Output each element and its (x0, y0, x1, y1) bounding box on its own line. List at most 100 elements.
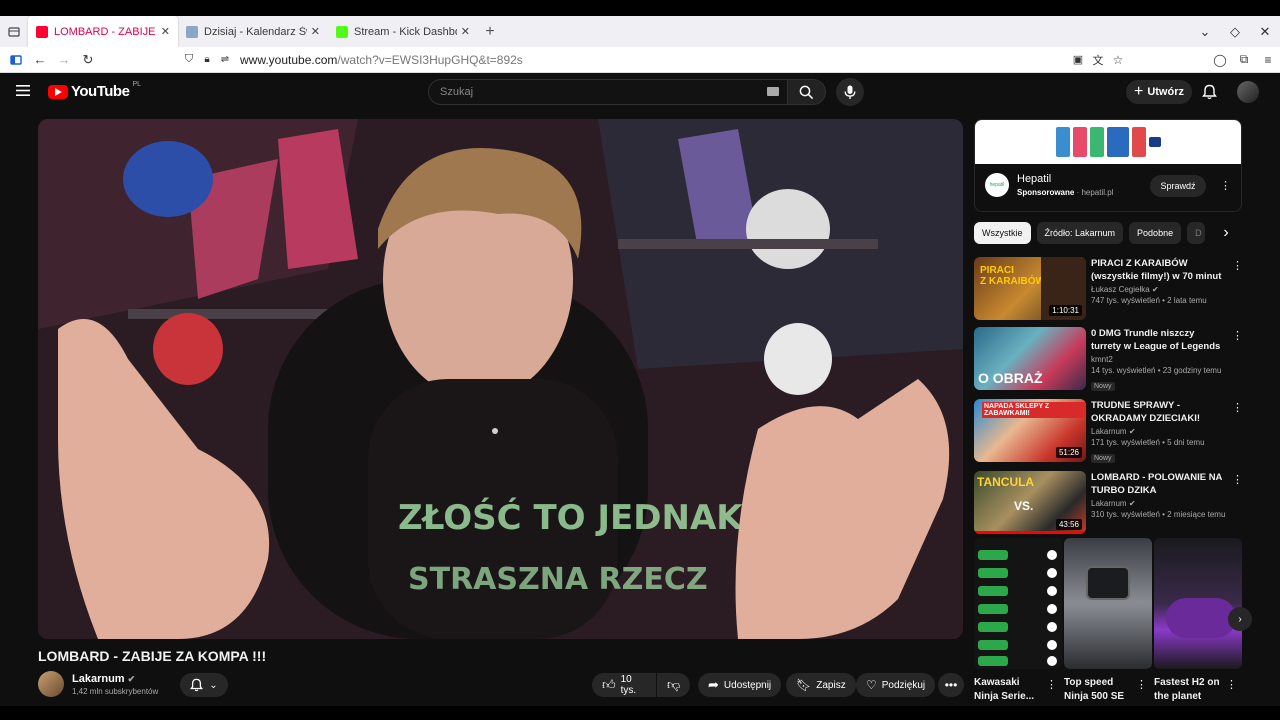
tab-overflow-chevron-icon[interactable]: ⌄ (1190, 20, 1220, 44)
diamond-icon[interactable]: ◇ (1220, 20, 1250, 44)
chip-source[interactable]: Źródło: Lakarnum (1036, 222, 1124, 244)
browser-tab-kick[interactable]: Stream - Kick Dashboard ✕ (328, 16, 478, 47)
channel-name-link[interactable]: Lakarnum ✔ (72, 673, 158, 685)
bookmark-star-icon[interactable]: ☆ (1108, 48, 1128, 72)
ad-product-image (1106, 127, 1129, 157)
short-menu-kebab-icon[interactable]: ⋮ (1046, 678, 1057, 691)
svg-text:ZŁOŚĆ TO JEDNAK: ZŁOŚĆ TO JEDNAK (398, 497, 744, 538)
short-thumbnail[interactable] (1154, 538, 1242, 669)
close-tab-icon[interactable]: ✕ (461, 25, 470, 38)
share-button[interactable]: ➦ Udostępnij (698, 673, 782, 697)
search-placeholder: Szukaj (440, 86, 474, 98)
browser-tab-calendar[interactable]: Dzisiaj - Kalendarz Świąt ✕ (178, 16, 328, 47)
browser-tab-youtube[interactable]: LOMBARD - ZABIJE ZA K ✕ (28, 16, 178, 47)
short-title[interactable]: Kawasaki Ninja Serie... (974, 676, 1046, 704)
short-thumbnail[interactable] (1064, 538, 1152, 669)
filter-chips: Wszystkie Źródło: Lakarnum Podobne D (974, 222, 1206, 244)
recommendation-menu-kebab-icon[interactable]: ⋮ (1232, 329, 1243, 342)
recommendation-meta: PIRACI Z KARAIBÓW (wszystkie filmy!) w 7… (1091, 257, 1226, 305)
forward-arrow-icon[interactable]: → (52, 48, 76, 72)
video-player[interactable]: ZŁOŚĆ TO JEDNAK STRASZNA RZECZ (38, 119, 963, 639)
chip-similar[interactable]: Podobne (1129, 222, 1182, 244)
short-title[interactable]: Fastest H2 on the planet (1154, 676, 1226, 704)
hamburger-menu-icon[interactable] (16, 84, 31, 97)
save-button[interactable]: 🔖︎ Zapisz (786, 673, 856, 697)
reader-view-icon[interactable]: ▣ (1068, 48, 1088, 72)
close-tab-icon[interactable]: ✕ (311, 25, 320, 38)
channel-avatar[interactable] (38, 671, 64, 697)
more-actions-button[interactable]: ••• (938, 673, 964, 697)
ad-product-image (1131, 127, 1146, 157)
short-title[interactable]: Top speed Ninja 500 SE (1064, 676, 1136, 704)
chip-all[interactable]: Wszystkie (974, 222, 1031, 244)
video-duration: 1:10:31 (1049, 305, 1082, 316)
extensions-icon[interactable]: ⧉ (1232, 48, 1256, 72)
url-domain: www.youtube.com (240, 52, 338, 67)
notifications-bell-icon[interactable] (1202, 84, 1217, 100)
dislike-button[interactable]: 👎︎ (657, 673, 690, 697)
shield-icon[interactable]: ⛉ (180, 48, 198, 72)
short-thumbnail[interactable] (974, 538, 1062, 669)
ad-banner-image[interactable] (975, 120, 1241, 164)
recommendation-item[interactable]: PIRACI Z KARAIBÓW 1:10:31 PIRACI Z KARAIB… (974, 257, 1244, 321)
account-icon[interactable]: ◯ (1208, 48, 1232, 72)
create-button[interactable]: + Utwórz (1126, 80, 1192, 104)
video-thumbnail[interactable]: PIRACI Z KARAIBÓW 1:10:31 (974, 257, 1086, 320)
recommendation-item[interactable]: NAPADA SKLEPY Z ZABAWKAMI! 51:26 TRUDNE … (974, 399, 1244, 463)
back-arrow-icon[interactable]: ← (28, 48, 52, 72)
lock-icon[interactable]: 🔒︎ (198, 48, 216, 72)
menu-icon[interactable]: ≡ (1256, 48, 1280, 72)
plus-icon: + (1133, 83, 1144, 100)
ad-menu-kebab-icon[interactable]: ⋮ (1220, 179, 1231, 192)
recommendation-menu-kebab-icon[interactable]: ⋮ (1232, 473, 1243, 486)
recommendation-menu-kebab-icon[interactable]: ⋮ (1232, 259, 1243, 272)
search-input[interactable]: Szukaj (428, 79, 788, 105)
reload-icon[interactable]: ↻ (76, 48, 100, 72)
user-avatar[interactable] (1237, 81, 1259, 103)
recommendation-menu-kebab-icon[interactable]: ⋮ (1232, 401, 1243, 414)
voice-search-button[interactable] (836, 78, 864, 106)
keyboard-icon[interactable] (767, 87, 779, 96)
recommendation-item[interactable]: O OBRAŻ 0 DMG Trundle niszczy turrety w … (974, 327, 1244, 391)
video-thumbnail[interactable]: NAPADA SKLEPY Z ZABAWKAMI! 51:26 (974, 399, 1086, 462)
share-label: Udostępnij (723, 679, 772, 691)
youtube-logo[interactable]: YouTube PL (48, 81, 141, 100)
permissions-icon[interactable]: ⇌ (216, 48, 234, 72)
youtube-favicon-icon (36, 25, 48, 38)
thanks-button[interactable]: ♡ Podziękuj (856, 673, 936, 697)
chip-partial[interactable]: D (1187, 222, 1206, 244)
share-arrow-icon: ➦ (708, 677, 719, 692)
channel-name: Lakarnum (1091, 499, 1127, 508)
sidebar-toggle-icon[interactable] (4, 48, 28, 72)
recommendation-item[interactable]: TANCULA VS. 43:56 LOMBARD - POLOWANIE NA… (974, 471, 1244, 535)
sponsored-label: Sponsorowane (1017, 188, 1075, 197)
advertiser-logo-text: hepatil (989, 182, 1005, 188)
ad-sponsored-line: Sponsorowane · hepatil.pl (1017, 188, 1114, 197)
tab-label: LOMBARD - ZABIJE ZA K (54, 25, 157, 38)
video-thumbnail[interactable]: O OBRAŻ (974, 327, 1086, 390)
ad-product-image (1148, 137, 1161, 147)
sponsored-ad-card[interactable]: hepatil Hepatil Sponsorowane · hepatil.p… (974, 119, 1242, 212)
new-tab-button[interactable]: + (478, 20, 502, 44)
video-thumbnail[interactable]: TANCULA VS. 43:56 (974, 471, 1086, 534)
search-button[interactable] (788, 79, 826, 105)
like-button[interactable]: 👍︎ 10 tys. (592, 673, 656, 697)
subscriber-count: 1,42 mln subskrybentów (72, 686, 159, 696)
subscription-bell-button[interactable]: ⌄ (180, 673, 228, 697)
tab-list-icon[interactable] (0, 20, 28, 44)
short-menu-kebab-icon[interactable]: ⋮ (1136, 678, 1147, 691)
ad-product-image (1089, 127, 1104, 157)
close-window-icon[interactable]: ✕ (1250, 20, 1280, 44)
url-field[interactable]: www.youtube.com/watch?v=EWSI3HupGHQ&t=89… (240, 53, 523, 67)
video-frame: ZŁOŚĆ TO JEDNAK STRASZNA RZECZ (38, 119, 963, 639)
advertiser-name: Hepatil (1017, 173, 1052, 185)
verified-check-icon: ✔ (1151, 285, 1159, 294)
chips-next-chevron-icon[interactable]: › (1216, 222, 1236, 244)
short-menu-kebab-icon[interactable]: ⋮ (1226, 678, 1237, 691)
ad-cta-button[interactable]: Sprawdź (1150, 175, 1206, 197)
close-tab-icon[interactable]: ✕ (161, 25, 170, 38)
shorts-next-chevron-icon[interactable]: › (1228, 607, 1252, 631)
heart-dollar-icon: ♡ (866, 678, 877, 692)
channel-name: Lakarnum (72, 672, 125, 685)
translate-icon[interactable]: 文 (1088, 48, 1108, 72)
